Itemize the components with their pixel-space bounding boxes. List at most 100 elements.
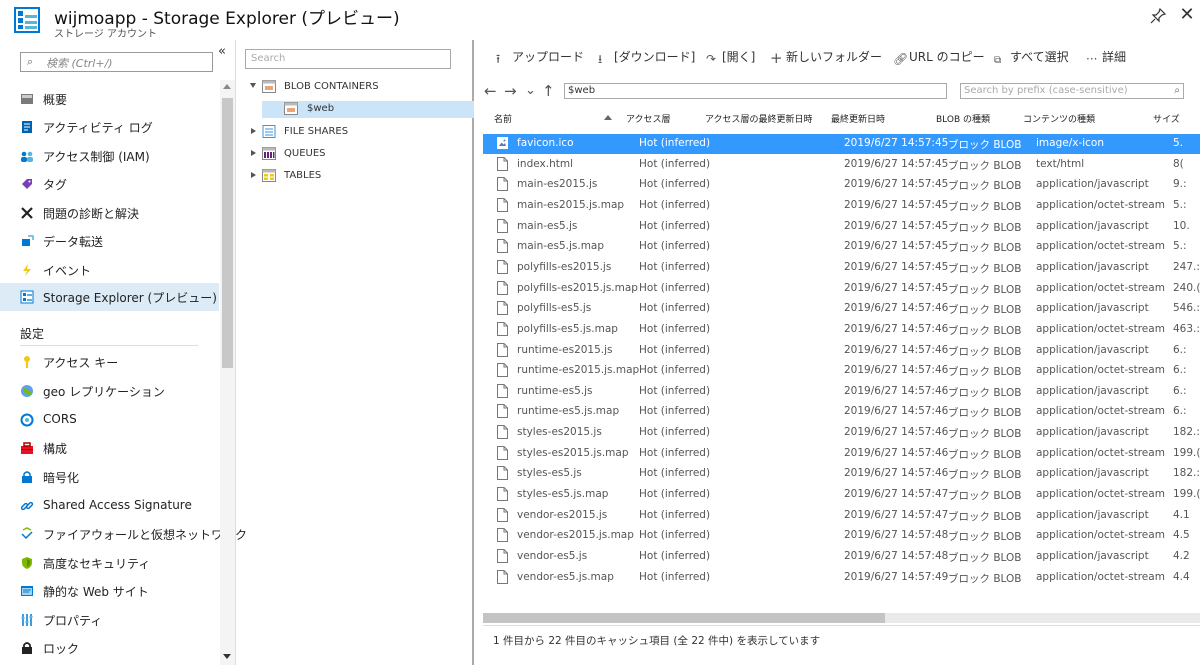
scrollbar-thumb[interactable] — [222, 98, 233, 368]
table-row[interactable]: runtime-es5.js.map Hot (inferred) 2019/6/2… — [483, 402, 1200, 422]
prefix-search-placeholder: Search by prefix (case-sensitive) — [964, 85, 1128, 96]
table-row[interactable]: runtime-es5.js Hot (inferred) 2019/6/27 14… — [483, 382, 1200, 402]
collapsed-chevron-icon[interactable] — [251, 150, 256, 156]
table-row[interactable]: polyfills-es2015.js.map Hot (inferred) 201… — [483, 279, 1200, 299]
column-header-size[interactable]: サイズ — [1153, 112, 1180, 125]
scroll-down-icon[interactable] — [223, 654, 231, 659]
nav-item-label: データ転送 — [43, 235, 104, 249]
table-row[interactable]: polyfills-es2015.js Hot (inferred) 2019/6/… — [483, 258, 1200, 278]
nav-item-encryption[interactable]: 暗号化 — [0, 463, 219, 491]
nav-item-static-website[interactable]: 静的な Web サイト — [0, 577, 219, 605]
table-row[interactable]: index.html Hot (inferred) 2019/6/27 14:57:… — [483, 155, 1200, 175]
nav-item-data-transfer[interactable]: データ転送 — [0, 227, 219, 255]
data-transfer-icon — [22, 235, 34, 246]
table-row[interactable]: main-es5.js.map Hot (inferred) 2019/6/27 1… — [483, 237, 1200, 257]
column-header-tier-modified[interactable]: アクセス層の最終更新日時 — [705, 112, 813, 125]
expanded-chevron-icon[interactable] — [250, 83, 256, 88]
file-name: styles-es2015.js.map — [517, 447, 629, 459]
nav-item-geo-replication[interactable]: geo レプリケーション — [0, 377, 219, 405]
nav-item-locks[interactable]: ロック — [0, 634, 219, 662]
details-label: 詳細 — [1102, 50, 1127, 64]
column-header-access-tier[interactable]: アクセス層 — [626, 112, 671, 125]
table-row[interactable]: vendor-es5.js.map Hot (inferred) 2019/6/27… — [483, 568, 1200, 588]
table-row[interactable]: styles-es2015.js Hot (inferred) 2019/6/27 … — [483, 423, 1200, 443]
copy-url-button[interactable]: 🔗︎URL のコピー — [893, 48, 985, 66]
file-name: favicon.ico — [517, 137, 574, 149]
nav-item-advanced-security[interactable]: 高度なセキュリティ — [0, 549, 219, 577]
table-row[interactable]: polyfills-es5.js Hot (inferred) 2019/6/27 … — [483, 299, 1200, 319]
nav-item-activity-log[interactable]: アクティビティ ログ — [0, 113, 219, 141]
tree-node-queues[interactable]: QUEUES — [250, 146, 470, 164]
close-icon[interactable]: ✕ — [1178, 6, 1196, 24]
more-details-button[interactable]: ··· 詳細 — [1086, 48, 1127, 66]
up-arrow-icon[interactable]: ↑ — [542, 82, 555, 100]
file-access-tier: Hot (inferred) — [639, 550, 711, 562]
collapse-menu-button[interactable]: « — [218, 44, 226, 59]
open-button[interactable]: ↷ [開く] — [706, 48, 755, 66]
collapsed-chevron-icon[interactable] — [251, 128, 256, 134]
file-content-type: application/octet-stream — [1036, 323, 1165, 335]
file-blob-type: ブロック BLOB — [948, 387, 1022, 399]
table-row[interactable]: favicon.ico Hot (inferred) 2019/6/27 14:57… — [483, 134, 1200, 154]
tree-node-tables[interactable]: TABLES — [250, 168, 470, 186]
nav-item-properties[interactable]: プロパティ — [0, 606, 219, 634]
chevron-down-icon[interactable]: ⌄ — [525, 83, 536, 98]
file-blob-type: ブロック BLOB — [948, 160, 1022, 172]
collapsed-chevron-icon[interactable] — [251, 172, 256, 178]
upload-button[interactable]: ⭱ アップロード — [496, 48, 584, 66]
file-content-type: application/octet-stream — [1036, 488, 1165, 500]
nav-item-configuration[interactable]: 構成 — [0, 434, 219, 462]
table-row[interactable]: vendor-es2015.js.map Hot (inferred) 2019/6… — [483, 526, 1200, 546]
scrollbar-thumb[interactable] — [483, 613, 885, 623]
table-row[interactable]: styles-es5.js Hot (inferred) 2019/6/27 14:… — [483, 464, 1200, 484]
table-row[interactable]: polyfills-es5.js.map Hot (inferred) 2019/6… — [483, 320, 1200, 340]
column-header-name[interactable]: 名前 — [494, 112, 512, 125]
new-folder-button[interactable]: + 新しいフォルダー — [770, 48, 882, 66]
table-row[interactable]: main-es2015.js.map Hot (inferred) 2019/6/2… — [483, 196, 1200, 216]
table-row[interactable]: main-es5.js Hot (inferred) 2019/6/27 14:57… — [483, 217, 1200, 237]
forward-arrow-icon[interactable]: → — [504, 82, 517, 100]
link-icon: 🔗︎ — [893, 52, 909, 66]
table-row[interactable]: runtime-es2015.js.map Hot (inferred) 2019/… — [483, 361, 1200, 381]
nav-item-cors[interactable]: CORS — [0, 406, 219, 434]
table-row[interactable]: vendor-es5.js Hot (inferred) 2019/6/27 14:… — [483, 547, 1200, 567]
tree-node-file-shares[interactable]: FILE SHARES — [250, 124, 470, 142]
table-row[interactable]: styles-es5.js.map Hot (inferred) 2019/6/27… — [483, 485, 1200, 505]
tree-node-blob-containers[interactable]: BLOB CONTAINERS — [250, 79, 470, 97]
prefix-search-input[interactable]: Search by prefix (case-sensitive) ⌕ — [960, 83, 1184, 99]
file-name: polyfills-es5.js — [517, 302, 592, 314]
nav-item-storage-explorer[interactable]: Storage Explorer (プレビュー) — [0, 283, 219, 311]
table-row[interactable]: main-es2015.js Hot (inferred) 2019/6/27 14… — [483, 175, 1200, 195]
nav-item-overview[interactable]: 概要 — [0, 85, 219, 113]
file-access-tier: Hot (inferred) — [639, 199, 711, 211]
table-row[interactable]: styles-es2015.js.map Hot (inferred) 2019/6… — [483, 444, 1200, 464]
back-arrow-icon[interactable]: ← — [484, 82, 497, 100]
file-icon — [497, 301, 508, 315]
nav-item-shared-access-signature[interactable]: Shared Access Signature — [0, 492, 219, 520]
menu-scrollbar[interactable] — [220, 80, 235, 665]
nav-item-access-keys[interactable]: アクセス キー — [0, 348, 219, 376]
pin-icon[interactable] — [1148, 6, 1168, 26]
column-header-blob-type[interactable]: BLOB の種類 — [936, 112, 990, 125]
tree-node-web[interactable]: $web — [268, 101, 468, 119]
nav-item-events[interactable]: イベント — [0, 256, 219, 284]
table-row[interactable]: vendor-es2015.js Hot (inferred) 2019/6/27 … — [483, 506, 1200, 526]
file-access-tier: Hot (inferred) — [639, 405, 711, 417]
table-row[interactable]: runtime-es2015.js Hot (inferred) 2019/6/27… — [483, 341, 1200, 361]
path-input[interactable]: $web — [564, 83, 947, 99]
nav-item-iam[interactable]: アクセス制御 (IAM) — [0, 142, 219, 170]
menu-search-input[interactable]: ⌕ 検索 (Ctrl+/) — [20, 52, 213, 72]
select-all-button[interactable]: ⧉ すべて選択 — [994, 48, 1069, 66]
scroll-up-icon[interactable] — [223, 84, 231, 89]
file-size: 6.: — [1173, 385, 1187, 397]
column-header-last-modified[interactable]: 最終更新日時 — [831, 112, 885, 125]
nav-item-diagnose[interactable]: 問題の診断と解決 — [0, 199, 219, 227]
nav-item-tags[interactable]: タグ — [0, 170, 219, 198]
nav-item-firewall[interactable]: ファイアウォールと仮想ネットワーク — [0, 520, 247, 548]
column-header-content-type[interactable]: コンテンツの種類 — [1023, 112, 1095, 125]
file-access-tier: Hot (inferred) — [639, 488, 711, 500]
horizontal-scrollbar[interactable] — [483, 613, 1200, 623]
tree-search-input[interactable]: Search — [245, 49, 451, 69]
file-last-modified: 2019/6/27 14:57:46 — [844, 302, 949, 314]
download-button[interactable]: ⭳ [ダウンロード] — [598, 48, 695, 66]
